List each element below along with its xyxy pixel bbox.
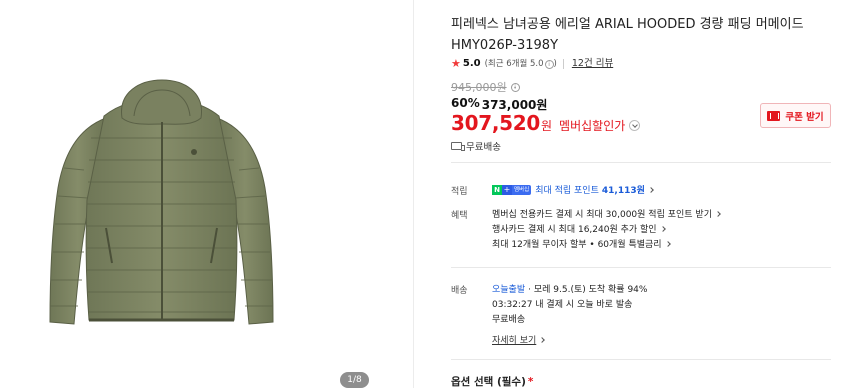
detail-link-text: 자세히 보기 (492, 336, 537, 346)
shipping-detail-link[interactable]: 자세히 보기 (492, 333, 546, 346)
member-price: 307,520 (451, 111, 540, 135)
member-price-label: 멤버십할인가 (559, 119, 626, 133)
today-dispatch-tag: 오늘출발 (492, 285, 526, 295)
truck-icon (451, 142, 465, 151)
rating-recent-close: ) (553, 59, 557, 69)
coupon-icon (767, 110, 781, 121)
price-info-icon[interactable]: i (510, 82, 520, 92)
product-gallery: 1/8 (0, 0, 413, 388)
coupon-button[interactable]: 쿠폰 받기 (760, 103, 831, 128)
gallery-page-indicator: 1/8 (340, 372, 369, 388)
option-select-label[interactable]: 옵션 선택 (필수) * (451, 374, 533, 388)
free-shipping-row: 무료배송 (451, 139, 501, 153)
perk-text: 최대 12개월 무이자 할부 • 60개월 특별금리 (492, 240, 662, 250)
npay-n-icon: N (492, 184, 502, 195)
divider-line (451, 267, 831, 268)
shipping-countdown: 03:32:27 내 결제 시 오늘 바로 발송 (492, 300, 633, 310)
star-icon: ★ (451, 57, 461, 70)
chevron-right-icon (539, 336, 546, 343)
chevron-right-icon (715, 210, 721, 217)
original-price: 945,000원 i (451, 79, 520, 95)
npay-plus-icon: + (502, 184, 512, 195)
original-price-value: 945,000원 (451, 81, 507, 94)
points-label: 적립 (451, 187, 468, 197)
product-title: 피레넥스 남녀공용 에리얼 ARIAL HOODED 경량 패딩 머메이드 HM… (451, 17, 804, 53)
separator (562, 59, 564, 69)
required-mark: * (527, 376, 534, 388)
member-price-row: 307,520 원 멤버십할인가 (451, 111, 641, 135)
npay-membership-badge: N + 멤버십 (492, 184, 532, 195)
perk-text: 멤버십 전용카드 결제 시 최대 30,000원 적립 포인트 받기 (492, 210, 712, 220)
chevron-right-icon (659, 225, 666, 232)
review-count-link[interactable]: 12건 리뷰 (572, 57, 613, 71)
points-row[interactable]: N + 멤버십 최대 적립 포인트 41,113원 (492, 183, 654, 196)
rating-recent: (최근 6개월 5.0 (484, 59, 544, 69)
shipping-fee: 무료배송 (492, 315, 526, 325)
free-shipping-text: 무료배송 (466, 142, 501, 153)
shipping-eta-row: 오늘출발 · 모레 9.5.(토) 도착 확률 94% (492, 282, 647, 295)
shipping-label: 배송 (451, 286, 468, 296)
perks-label: 혜택 (451, 211, 468, 221)
chevron-right-icon (648, 186, 654, 193)
perk-item[interactable]: 멤버십 전용카드 결제 시 최대 30,000원 적립 포인트 받기 (492, 207, 721, 220)
perk-item[interactable]: 행사카드 결제 시 최대 16,240원 추가 할인 (492, 222, 666, 235)
divider-line (451, 359, 831, 360)
option-label-text: 옵션 선택 (필수) (451, 376, 526, 388)
shipping-eta: · 모레 9.5.(토) 도착 확률 94% (528, 285, 648, 295)
perk-text: 행사카드 결제 시 최대 16,240원 추가 할인 (492, 225, 657, 235)
chevron-right-icon (664, 240, 671, 247)
points-value: 41,113원 (601, 186, 645, 196)
rating-score: 5.0 (462, 58, 481, 69)
coupon-button-label: 쿠폰 받기 (785, 111, 824, 123)
product-image[interactable] (44, 78, 279, 332)
npay-membership-tag: 멤버십 (512, 184, 532, 195)
points-text: 최대 적립 포인트 (535, 186, 599, 196)
product-info-panel: 피레넥스 남녀공용 에리얼 ARIAL HOODED 경량 패딩 머메이드 HM… (414, 0, 850, 388)
rating-row: ★ 5.0 (최근 6개월 5.0 i ) 12건 리뷰 (451, 57, 613, 71)
info-icon[interactable]: i (544, 59, 554, 69)
divider-line (451, 162, 831, 163)
chevron-down-icon[interactable] (629, 120, 641, 131)
perk-item[interactable]: 최대 12개월 무이자 할부 • 60개월 특별금리 (492, 237, 671, 250)
member-price-currency: 원 (541, 119, 553, 133)
